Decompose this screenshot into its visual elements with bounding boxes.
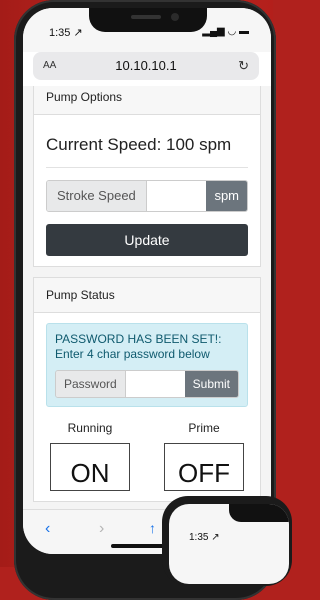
notch	[89, 8, 207, 32]
reload-icon[interactable]: ↻	[238, 58, 249, 74]
prime-column: Prime OFF	[164, 421, 244, 491]
password-alert: PASSWORD HAS BEEN SET!: Enter 4 char pas…	[46, 323, 248, 407]
status-time: 1:35 ↗	[49, 27, 83, 39]
second-phone-frame: 1:35 ↗	[162, 496, 292, 586]
password-group: Password Submit	[55, 370, 239, 398]
second-phone-time: 1:35 ↗	[189, 532, 220, 543]
toggle-row: Running ON Prime OFF	[46, 421, 248, 491]
running-toggle-button[interactable]: ON	[50, 443, 130, 491]
running-column: Running ON	[50, 421, 130, 491]
password-label: Password	[56, 371, 126, 397]
back-icon[interactable]: ‹	[45, 520, 50, 538]
prime-label: Prime	[188, 421, 220, 435]
prime-toggle-button[interactable]: OFF	[164, 443, 244, 491]
alert-text: PASSWORD HAS BEEN SET!: Enter 4 char pas…	[55, 332, 222, 361]
page-content: Pump Options Current Speed: 100 spm Stro…	[23, 86, 271, 510]
second-phone-notch	[229, 504, 289, 522]
stroke-speed-input[interactable]	[146, 181, 207, 211]
pump-options-header: Pump Options	[34, 86, 260, 115]
pump-options-card: Pump Options Current Speed: 100 spm Stro…	[33, 86, 261, 267]
url-text[interactable]: 10.10.10.1	[33, 58, 259, 73]
share-icon[interactable]: ↑	[149, 520, 156, 536]
stroke-speed-label: Stroke Speed	[47, 181, 147, 211]
stroke-speed-group: Stroke Speed spm	[46, 180, 248, 212]
pump-status-card: Pump Status PASSWORD HAS BEEN SET!: Ente…	[33, 277, 261, 502]
pump-options-body: Current Speed: 100 spm Stroke Speed spm …	[34, 115, 260, 266]
second-phone-screen: 1:35 ↗	[169, 504, 289, 584]
password-input[interactable]	[125, 371, 185, 397]
spm-unit-label: spm	[206, 181, 247, 211]
submit-button[interactable]: Submit	[184, 371, 238, 397]
address-bar[interactable]: AA 10.10.10.1 ↻	[33, 52, 259, 80]
running-label: Running	[67, 421, 113, 435]
phone-screen: 1:35 ↗ ▂▄▆ ◡ ▬ AA 10.10.10.1 ↻ Pump Opti…	[23, 8, 271, 554]
speaker	[131, 15, 161, 19]
camera-icon	[171, 13, 179, 21]
forward-icon[interactable]: ›	[99, 520, 104, 538]
current-speed-text: Current Speed: 100 spm	[46, 125, 248, 168]
pump-status-body: PASSWORD HAS BEEN SET!: Enter 4 char pas…	[34, 313, 260, 501]
signal-wifi-battery-icon: ▂▄▆ ◡ ▬	[202, 26, 249, 37]
pump-status-header: Pump Status	[34, 278, 260, 313]
update-button[interactable]: Update	[46, 224, 248, 256]
